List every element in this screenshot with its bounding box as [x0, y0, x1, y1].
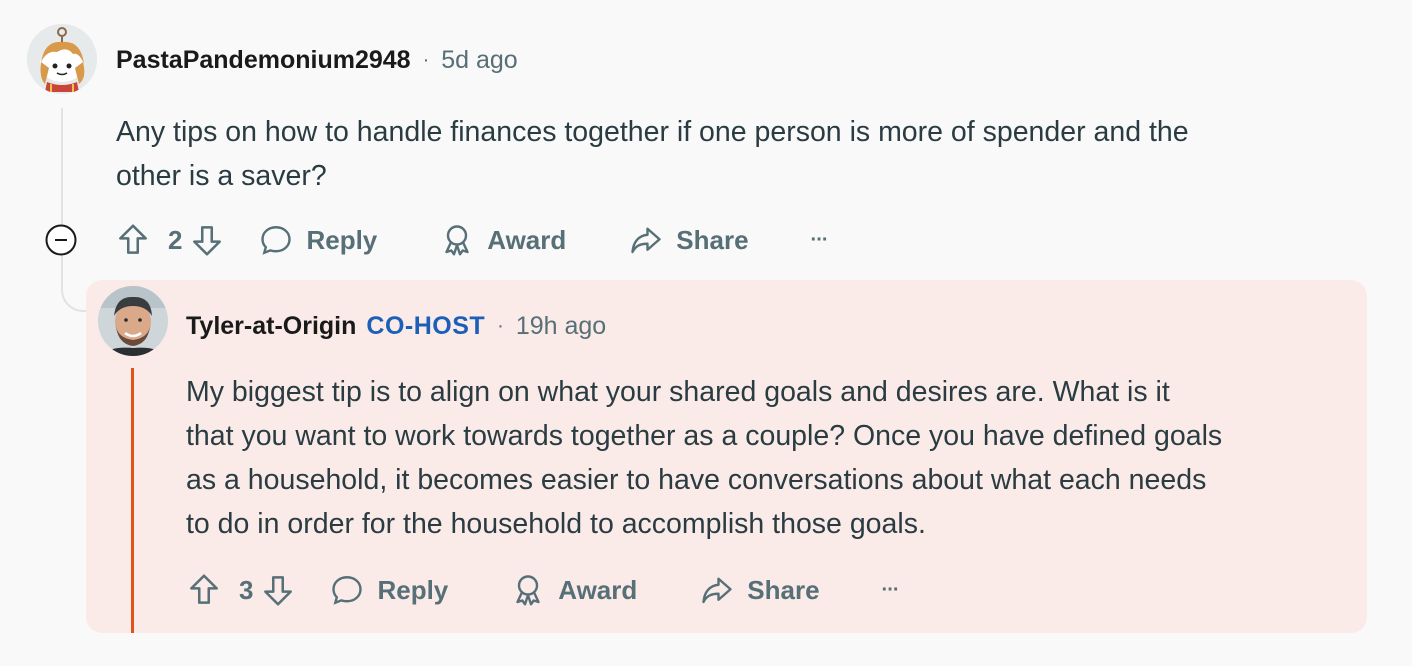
profile-photo-icon — [98, 286, 168, 356]
share-label: Share — [747, 574, 820, 605]
share-arrow-icon — [631, 227, 661, 254]
downvote-button[interactable] — [259, 571, 297, 609]
share-button[interactable]: Share — [699, 572, 820, 608]
reply-username[interactable]: Tyler-at-Origin — [186, 312, 356, 341]
share-arrow-icon — [702, 577, 732, 604]
vote-count: 3 — [239, 574, 254, 605]
award-button[interactable]: Award — [439, 222, 566, 258]
more-options-button[interactable]: ··· — [810, 228, 829, 252]
downvote-icon — [193, 226, 222, 256]
award-ribbon-icon — [445, 225, 469, 256]
reply-action-bar: 3 Reply Award Share ··· — [185, 570, 900, 610]
more-dots-icon: ··· — [881, 578, 900, 601]
reply-body-line: My biggest tip is to align on what your … — [186, 376, 1170, 408]
reply-meta: Tyler-at-Origin CO-HOST · 19h ago — [186, 310, 606, 342]
downvote-button[interactable] — [188, 221, 226, 259]
reply-label: Reply — [377, 574, 449, 605]
thread-line-vertical — [61, 108, 63, 226]
upvote-icon — [119, 224, 147, 254]
meta-separator: · — [497, 314, 504, 337]
comment-timestamp[interactable]: 5d ago — [441, 46, 517, 75]
award-ribbon-icon — [516, 575, 540, 606]
reply-button[interactable]: Reply — [329, 572, 448, 608]
comment-username[interactable]: PastaPandemonium2948 — [116, 46, 411, 75]
collapse-button[interactable] — [45, 224, 77, 256]
award-label: Award — [487, 224, 567, 255]
reply-body-line: to do in order for the household to acco… — [186, 508, 926, 540]
snoo-avatar-icon — [27, 24, 97, 94]
share-label: Share — [676, 224, 749, 255]
comment-body-line: Any tips on how to handle finances toget… — [116, 116, 1189, 148]
upvote-button[interactable] — [185, 571, 223, 609]
user-avatar[interactable] — [98, 286, 168, 356]
comment-meta: PastaPandemonium2948 · 5d ago — [116, 44, 518, 76]
comment-body-line: other is a saver? — [116, 160, 327, 192]
comment-bubble-icon — [261, 226, 292, 255]
collapse-minus-icon — [45, 224, 77, 256]
comment-action-bar: 2 Reply Award Share ··· — [114, 220, 829, 260]
upvote-button[interactable] — [114, 221, 152, 259]
cohost-flair: CO-HOST — [366, 311, 486, 340]
award-button[interactable]: Award — [510, 572, 637, 608]
share-button[interactable]: Share — [628, 222, 749, 258]
reply-timestamp[interactable]: 19h ago — [516, 312, 606, 341]
comment-body: Any tips on how to handle finances toget… — [116, 110, 1376, 198]
comment-bubble-icon — [332, 576, 363, 605]
reply-label: Reply — [306, 224, 378, 255]
upvote-icon — [190, 574, 218, 604]
award-label: Award — [558, 574, 638, 605]
reply-body: My biggest tip is to align on what your … — [186, 370, 1356, 546]
meta-separator: · — [422, 48, 430, 71]
downvote-icon — [264, 576, 293, 606]
more-options-button[interactable]: ··· — [881, 578, 900, 602]
user-avatar[interactable] — [27, 24, 97, 94]
reply-button[interactable]: Reply — [258, 222, 377, 258]
reply-body-line: as a household, it becomes easier to hav… — [186, 464, 1207, 496]
vote-count: 2 — [168, 224, 183, 255]
reply-body-line: that you want to work towards together a… — [186, 420, 1223, 452]
more-dots-icon: ··· — [810, 228, 829, 251]
moderator-indicator-bar — [131, 368, 134, 633]
